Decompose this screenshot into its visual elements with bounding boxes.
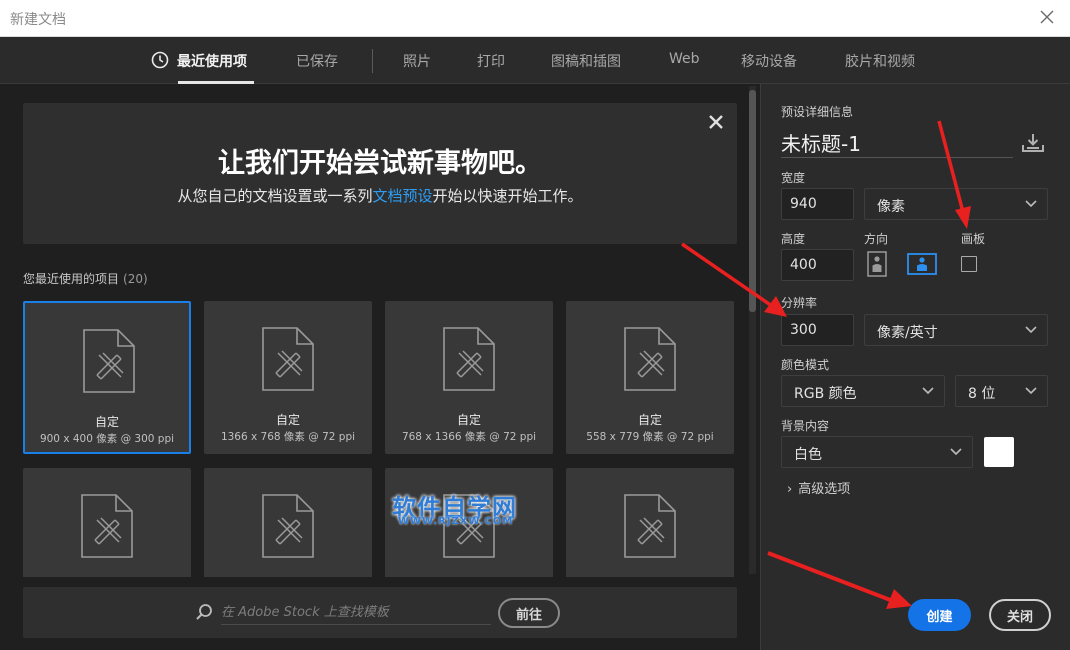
- height-input[interactable]: 400: [781, 249, 854, 281]
- bit-depth-value: 8 位: [968, 386, 996, 402]
- tab-art-illustration[interactable]: 图稿和插图: [551, 51, 621, 71]
- color-mode-select[interactable]: RGB 颜色: [781, 375, 945, 407]
- resolution-label: 分辨率: [781, 296, 818, 310]
- recent-items-count: (20): [123, 272, 148, 286]
- recent-item-meta: 768 x 1366 像素 @ 72 ppi: [401, 431, 537, 443]
- background-color-swatch[interactable]: [984, 437, 1014, 467]
- document-preset-icon: [443, 327, 495, 391]
- go-button[interactable]: 前往: [498, 598, 560, 628]
- preset-details-label: 预设详细信息: [781, 105, 854, 119]
- recent-item[interactable]: [385, 468, 553, 577]
- recent-items-grid: 自定 900 x 400 像素 @ 300 ppi 自定 1366 x 768 …: [23, 301, 737, 577]
- width-input[interactable]: 940: [781, 188, 854, 220]
- document-presets-link[interactable]: 文档预设: [372, 187, 432, 205]
- recent-item-meta: 900 x 400 像素 @ 300 ppi: [39, 433, 175, 445]
- color-mode-label: 颜色模式: [781, 358, 830, 372]
- document-preset-icon: [81, 494, 133, 558]
- document-preset-icon: [624, 494, 676, 558]
- welcome-sub-before: 从您自己的文档设置或一系列: [177, 187, 373, 205]
- chevron-down-icon: [1025, 326, 1037, 334]
- recent-item-meta: 1366 x 768 像素 @ 72 ppi: [220, 431, 356, 443]
- height-label: 高度: [781, 232, 806, 246]
- window-titlebar: 新建文档: [0, 0, 1070, 37]
- welcome-subtitle: 从您自己的文档设置或一系列文档预设开始以快速开始工作。: [23, 185, 737, 206]
- width-unit-select[interactable]: 像素: [864, 188, 1048, 220]
- chevron-down-icon: [1025, 387, 1037, 395]
- tab-mobile[interactable]: 移动设备: [741, 51, 797, 71]
- recent-item-name: 自定: [94, 415, 119, 429]
- welcome-banner: 让我们开始尝试新事物吧。 从您自己的文档设置或一系列文档预设开始以快速开始工作。: [23, 103, 737, 244]
- recent-item[interactable]: [566, 468, 734, 577]
- width-label: 宽度: [781, 171, 806, 185]
- recent-item-name: 自定: [456, 413, 481, 427]
- document-preset-icon: [262, 494, 314, 558]
- clock-icon: [151, 51, 169, 69]
- recent-items-heading: 您最近使用的项目 (20): [23, 270, 148, 287]
- landscape-orientation-icon[interactable]: [907, 251, 937, 277]
- recent-item[interactable]: 自定 558 x 779 像素 @ 72 ppi: [566, 301, 734, 454]
- tab-recent[interactable]: 最近使用项: [177, 51, 247, 71]
- tab-print[interactable]: 打印: [477, 51, 505, 71]
- portrait-orientation-icon[interactable]: [864, 251, 890, 277]
- document-name-field[interactable]: 未标题-1: [781, 128, 1013, 158]
- recent-item[interactable]: 自定 900 x 400 像素 @ 300 ppi: [23, 301, 191, 454]
- search-icon: [196, 604, 212, 620]
- recent-item-meta: 558 x 779 像素 @ 72 ppi: [586, 431, 714, 443]
- recent-items-label: 您最近使用的项目: [23, 272, 120, 286]
- width-unit-value: 像素: [877, 199, 905, 215]
- background-select[interactable]: 白色: [781, 436, 973, 468]
- save-preset-icon[interactable]: [1021, 132, 1045, 154]
- document-preset-icon: [443, 494, 495, 558]
- stock-search-input[interactable]: [221, 601, 491, 625]
- background-label: 背景内容: [781, 419, 830, 433]
- close-banner-icon[interactable]: [707, 113, 725, 131]
- window-close-icon[interactable]: [1038, 8, 1056, 26]
- document-preset-icon: [624, 327, 676, 391]
- preset-details-panel: 预设详细信息 未标题-1 宽度 940 像素 高度 方向 画板 400 分辨率 …: [760, 84, 1070, 650]
- recent-item[interactable]: 自定 1366 x 768 像素 @ 72 ppi: [204, 301, 372, 454]
- recent-panel: 让我们开始尝试新事物吧。 从您自己的文档设置或一系列文档预设开始以快速开始工作。…: [0, 84, 760, 650]
- chevron-down-icon: [950, 448, 962, 456]
- stock-search-bar: 前往: [23, 587, 737, 638]
- background-value: 白色: [794, 447, 822, 463]
- welcome-sub-after: 开始以快速开始工作。: [432, 187, 583, 205]
- tab-web[interactable]: Web: [669, 51, 700, 67]
- resolution-unit-select[interactable]: 像素/英寸: [864, 314, 1048, 346]
- resolution-unit-value: 像素/英寸: [877, 325, 938, 341]
- advanced-options-label: 高级选项: [798, 482, 851, 497]
- chevron-down-icon: [922, 387, 934, 395]
- scrollbar-thumb[interactable]: [749, 90, 756, 312]
- create-button[interactable]: 创建: [908, 599, 971, 631]
- artboard-checkbox[interactable]: [961, 256, 977, 272]
- orientation-label: 方向: [864, 232, 889, 246]
- color-mode-value: RGB 颜色: [794, 386, 857, 402]
- document-preset-icon: [83, 329, 135, 393]
- category-tabs: 最近使用项 已保存 照片 打印 图稿和插图 Web 移动设备 胶片和视频: [0, 37, 1070, 84]
- recent-item-name: 自定: [275, 413, 300, 427]
- artboard-label: 画板: [961, 232, 986, 246]
- resolution-input[interactable]: 300: [781, 314, 854, 346]
- window-title: 新建文档: [10, 12, 66, 28]
- recent-item[interactable]: [23, 468, 191, 577]
- tab-photo[interactable]: 照片: [403, 51, 431, 71]
- recent-item[interactable]: 自定 768 x 1366 像素 @ 72 ppi: [385, 301, 553, 454]
- recent-item[interactable]: [204, 468, 372, 577]
- tab-saved[interactable]: 已保存: [296, 51, 338, 71]
- chevron-down-icon: [1025, 200, 1037, 208]
- close-button[interactable]: 关闭: [989, 599, 1051, 631]
- welcome-headline: 让我们开始尝试新事物吧。: [218, 148, 542, 179]
- document-preset-icon: [262, 327, 314, 391]
- chevron-right-icon: ›: [787, 482, 793, 497]
- tab-divider: [372, 49, 373, 73]
- advanced-options-toggle[interactable]: › 高级选项: [787, 478, 850, 497]
- recent-item-name: 自定: [637, 413, 662, 427]
- tab-film-video[interactable]: 胶片和视频: [845, 51, 915, 71]
- bit-depth-select[interactable]: 8 位: [955, 375, 1048, 407]
